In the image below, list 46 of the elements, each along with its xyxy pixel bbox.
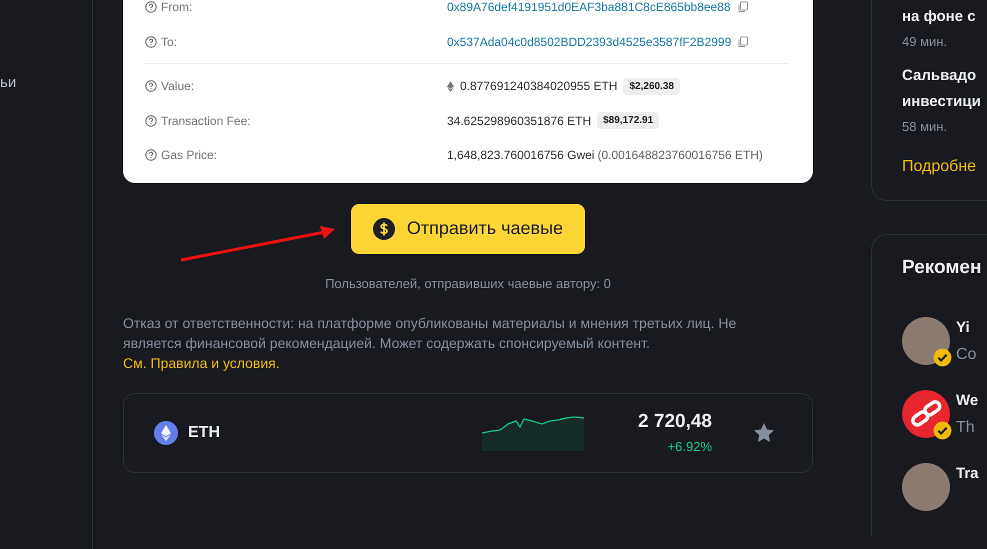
terms-link[interactable]: См. Правила и условия.	[123, 354, 280, 370]
asset-card[interactable]: ETH 2 720,48 +6.92%	[123, 392, 813, 472]
help-icon[interactable]	[145, 80, 157, 92]
user-name[interactable]: Yi	[956, 319, 976, 336]
help-icon[interactable]	[145, 114, 157, 127]
field-value: 1,648,823.760016756 Gwei	[447, 148, 594, 162]
news-headline[interactable]: Сальвадо инвестици	[902, 63, 987, 115]
disclaimer-text: Отказ от ответственности: на платформе опубликованы материалы и мнения третьих лиц. Не является финансовой рекомендацией. Может содержать спонсируемый контент. См. Правила и условия.	[123, 314, 738, 372]
field-label: To:	[161, 34, 178, 49]
field-value: 34.625298960351876 ETH	[447, 114, 592, 128]
tip-count-text: Пользователей, отправивших чаевые автору: 0	[324, 276, 612, 290]
dollar-coin-icon	[372, 218, 395, 240]
field-value-secondary: (0.001648823760016756 ETH)	[597, 148, 763, 162]
asset-symbol: ETH	[188, 424, 220, 442]
field-label: Gas Price:	[161, 148, 218, 162]
usd-badge: $89,172.91	[597, 112, 660, 130]
news-time: 49 мин.	[902, 34, 948, 49]
news-time: 58 мин.	[902, 119, 948, 134]
copy-icon[interactable]	[737, 36, 750, 48]
star-icon[interactable]	[752, 420, 776, 444]
asset-price: 2 720,48	[638, 411, 712, 433]
address-link[interactable]: 0x537Ada04c0d8502BDD2393d4525e3587fF2B2999	[447, 34, 732, 49]
avatar-placeholder[interactable]	[902, 463, 950, 511]
send-tip-button[interactable]: Отправить чаевые	[350, 204, 586, 254]
field-label: Transaction Fee:	[161, 114, 251, 128]
help-icon[interactable]	[145, 1, 157, 14]
sidebar-item[interactable]: ьи	[0, 74, 16, 91]
field-value: 0.877691240384020955 ETH	[460, 79, 618, 94]
ethereum-icon	[447, 80, 454, 92]
more-link[interactable]: Подробне	[902, 158, 987, 176]
address-link[interactable]: 0x89A76def4191951d0EAF3ba881C8cE865bb8ee88	[447, 0, 731, 14]
section-title: Рекомен	[902, 257, 982, 279]
news-headline[interactable]: на фоне с	[902, 4, 987, 30]
ethereum-icon	[154, 420, 178, 444]
avatar-placeholder[interactable]	[902, 317, 950, 365]
copy-icon[interactable]	[736, 1, 749, 14]
user-name[interactable]: Tra	[956, 465, 979, 482]
field-label: Value:	[161, 79, 194, 94]
price-change: +6.92%	[668, 439, 712, 454]
field-label: From:	[161, 0, 192, 14]
usd-badge: $2,260.38	[623, 78, 680, 95]
help-icon[interactable]	[145, 149, 157, 162]
user-description: Co	[956, 346, 976, 364]
user-description: Th	[956, 419, 976, 437]
help-icon[interactable]	[145, 36, 157, 48]
user-name[interactable]: We	[956, 392, 978, 409]
